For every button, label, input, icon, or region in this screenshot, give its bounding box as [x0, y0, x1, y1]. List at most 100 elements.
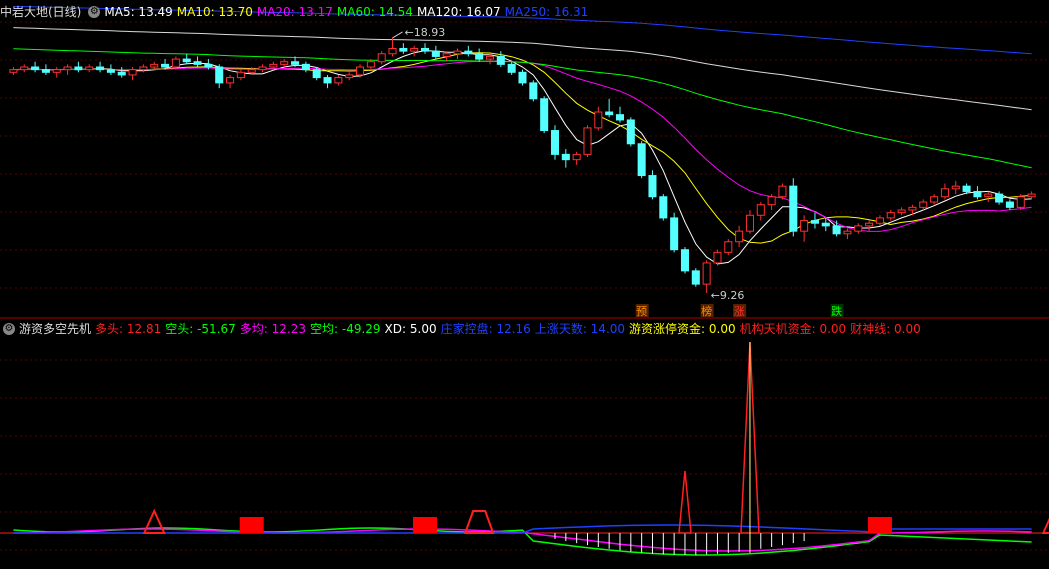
- candle-up: [280, 61, 289, 65]
- candle-up: [745, 214, 754, 232]
- candle-up: [756, 204, 765, 216]
- candle-up: [236, 71, 245, 79]
- candle-up: [20, 66, 29, 71]
- candle-down: [648, 175, 657, 198]
- indicator-title: 游资多空先机: [19, 322, 92, 336]
- zhuangjia-label: 庄家控盘: 12.16: [440, 322, 531, 336]
- candle-up: [724, 241, 733, 253]
- candle-down: [691, 270, 700, 285]
- candle-down: [312, 69, 321, 79]
- duotou-label: 多头: 12.81: [95, 322, 162, 336]
- candle-up: [594, 111, 603, 129]
- candle-down: [496, 55, 505, 65]
- candle-down: [605, 111, 614, 116]
- candle-down: [637, 143, 646, 177]
- candle-up: [854, 225, 863, 232]
- candle-up: [356, 66, 365, 76]
- candle-up: [875, 217, 884, 224]
- spike-small: [678, 470, 692, 534]
- candle-down: [215, 66, 224, 84]
- chart-title: 中岩大地(日线): [0, 5, 82, 19]
- candle-up: [1016, 196, 1025, 208]
- signal-label: 榜: [701, 304, 712, 318]
- candle-down: [475, 53, 484, 60]
- candle-up: [951, 185, 960, 190]
- candle-down: [161, 63, 170, 68]
- signal-block: [239, 517, 264, 533]
- candle-down: [670, 217, 679, 251]
- low-marker-label: ←9.26: [711, 289, 745, 302]
- signal-block: [413, 517, 438, 533]
- settings-icon[interactable]: ⚙: [88, 6, 101, 18]
- ma60-label: MA60: 14.54: [336, 5, 413, 19]
- kongjun-label: 空均: -49.29: [310, 322, 381, 336]
- candle-up: [128, 69, 137, 76]
- ma5-label: MA5: 13.49: [104, 5, 173, 19]
- signal-triangle: [1041, 517, 1049, 534]
- candle-down: [789, 185, 798, 232]
- xd-label: XD: 5.00: [384, 322, 437, 336]
- candle-down: [323, 77, 332, 84]
- moving-averages: [13, 5, 1032, 265]
- candle-down: [464, 50, 473, 55]
- candle-up: [453, 50, 462, 55]
- candle-down: [31, 66, 40, 71]
- kongtou-label: 空头: -51.67: [165, 322, 236, 336]
- candle-down: [507, 63, 516, 73]
- candle-down: [561, 153, 570, 161]
- ma20-label: MA20: 13.17: [256, 5, 333, 19]
- candle-up: [377, 53, 386, 63]
- candle-up: [139, 66, 148, 71]
- candle-down: [659, 196, 668, 219]
- candle-down: [550, 130, 560, 155]
- candle-down: [810, 220, 819, 224]
- candle-up: [886, 212, 895, 219]
- candle-down: [117, 71, 126, 76]
- candle-up: [800, 220, 809, 232]
- candle-up: [713, 251, 722, 264]
- signal-label: 预: [636, 305, 647, 318]
- candle-down: [821, 222, 830, 227]
- candle-up: [171, 58, 180, 68]
- upper-legend: 中岩大地(日线) ⚙ MA5: 13.49 MA10: 13.70 MA20: …: [0, 2, 592, 22]
- candle-up: [778, 185, 787, 198]
- candle-down: [529, 82, 538, 100]
- candle-up: [865, 222, 874, 227]
- candle-up: [767, 196, 776, 206]
- candle-up: [226, 77, 235, 84]
- ma120-label: MA120: 16.07: [416, 5, 501, 19]
- candle-down: [96, 66, 105, 71]
- candle-up: [1027, 193, 1036, 198]
- candle-down: [518, 71, 527, 84]
- candle-up: [843, 230, 852, 235]
- grid: [0, 21, 1049, 551]
- indicator-settings-icon[interactable]: ⚙: [3, 323, 15, 335]
- candles: [9, 37, 1036, 294]
- candle-down: [41, 69, 50, 73]
- candle-down: [399, 47, 408, 52]
- caishen-label: 财神线: 0.00: [850, 322, 921, 336]
- candle-down: [540, 98, 549, 132]
- candle-down: [615, 114, 625, 121]
- candle-down: [291, 61, 300, 65]
- ma20-line: [13, 60, 1032, 232]
- candle-up: [908, 206, 917, 211]
- candle-up: [919, 201, 928, 208]
- high-marker-label: ←18.93: [405, 26, 446, 39]
- stock-chart: ←18.93 ←9.26 预 榜 涨 跌: [0, 5, 1049, 556]
- candle-up: [52, 69, 61, 73]
- candle-down: [832, 225, 841, 235]
- shangzhang-label: 上涨天数: 14.00: [534, 322, 626, 336]
- candle-up: [442, 53, 451, 57]
- candle-up: [247, 69, 256, 73]
- candle-down: [74, 66, 83, 71]
- signal-label: 涨: [734, 305, 745, 318]
- candle-down: [973, 190, 982, 198]
- ma250-label: MA250: 16.31: [504, 5, 589, 19]
- signal-label: 跌: [831, 304, 842, 318]
- annotations: ←18.93 ←9.26 预 榜 涨 跌: [392, 26, 844, 318]
- candle-up: [269, 63, 278, 68]
- candle-down: [680, 249, 689, 272]
- candle-up: [583, 127, 592, 155]
- candle-up: [366, 61, 375, 68]
